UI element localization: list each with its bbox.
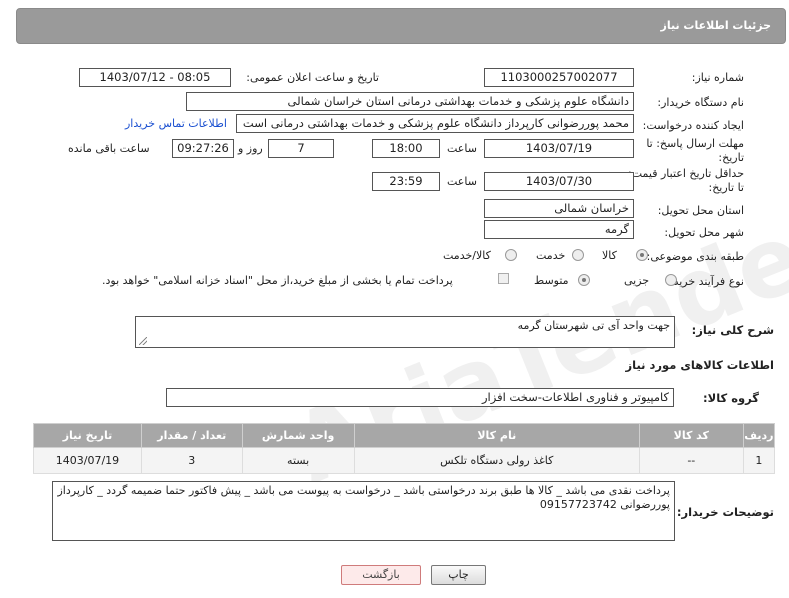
delivery-province-label: استان محل تحویل: bbox=[657, 204, 744, 217]
category-label: طبقه بندی موضوعی: bbox=[646, 250, 744, 263]
need-number-field[interactable]: 1103000257002077 bbox=[484, 68, 634, 87]
remaining-time-field[interactable]: 09:27:26 bbox=[172, 139, 234, 158]
delivery-city-field[interactable]: گرمه bbox=[484, 220, 634, 239]
category-goods-service-label: کالا/خدمت bbox=[443, 249, 491, 262]
price-validity-label: حداقل تاریخ اعتبار قیمت: تا تاریخ: bbox=[628, 167, 744, 194]
col-need-date: تاریخ نیاز bbox=[33, 423, 142, 448]
cell-item-code: -- bbox=[638, 447, 744, 474]
table-row[interactable]: 1 -- کاغذ رولی دستگاه تلکس بسته 3 1403/0… bbox=[33, 447, 776, 474]
goods-table-header: ردیف کد کالا نام کالا واحد شمارش تعداد /… bbox=[33, 423, 776, 448]
col-row-number: ردیف bbox=[742, 423, 776, 448]
col-quantity: تعداد / مقدار bbox=[140, 423, 243, 448]
delivery-city-label: شهر محل تحویل: bbox=[664, 226, 744, 239]
col-item-code: کد کالا bbox=[638, 423, 744, 448]
category-service-radio[interactable] bbox=[572, 249, 584, 261]
reply-deadline-time-field[interactable]: 18:00 bbox=[372, 139, 440, 158]
reply-deadline-time-label: ساعت bbox=[447, 142, 477, 155]
description-label: شرح کلی نیاز: bbox=[691, 323, 774, 337]
price-validity-date-field[interactable]: 1403/07/30 bbox=[484, 172, 634, 191]
treasury-payment-checkbox[interactable] bbox=[498, 273, 509, 284]
remaining-days-field[interactable]: 7 bbox=[268, 139, 334, 158]
category-goods-radio[interactable] bbox=[636, 249, 648, 261]
goods-group-label: گروه کالا: bbox=[703, 391, 759, 405]
cell-unit: بسته bbox=[241, 447, 355, 474]
need-number-label: شماره نیاز: bbox=[691, 71, 744, 84]
goods-table: ردیف کد کالا نام کالا واحد شمارش تعداد /… bbox=[33, 423, 776, 474]
process-medium-label: متوسط bbox=[534, 274, 569, 287]
header-panel: جزئیات اطلاعات نیاز bbox=[16, 8, 786, 44]
category-goods-label: کالا bbox=[602, 249, 617, 262]
resize-grip-icon[interactable] bbox=[139, 337, 147, 345]
description-textarea[interactable]: جهت واحد آی تی شهرستان گرمه bbox=[135, 316, 675, 348]
announce-datetime-label: تاریخ و ساعت اعلان عمومی: bbox=[246, 71, 379, 84]
cell-row-number: 1 bbox=[742, 447, 776, 474]
price-validity-time-field[interactable]: 23:59 bbox=[372, 172, 440, 191]
cell-need-date: 1403/07/19 bbox=[33, 447, 142, 474]
page-title: جزئیات اطلاعات نیاز bbox=[660, 19, 772, 32]
announce-datetime-field[interactable]: 1403/07/12 - 08:05 bbox=[79, 68, 231, 87]
buyer-notes-textarea[interactable]: پرداخت نقدی می باشد _ کالا ها طبق برند د… bbox=[52, 481, 675, 541]
goods-section-title: اطلاعات کالاهای مورد نیاز bbox=[625, 358, 774, 372]
reply-deadline-date-field[interactable]: 1403/07/19 bbox=[484, 139, 634, 158]
remaining-time-label: ساعت باقی مانده bbox=[68, 142, 150, 155]
buyer-org-label: نام دستگاه خریدار: bbox=[657, 96, 744, 109]
category-goods-service-radio[interactable] bbox=[505, 249, 517, 261]
category-service-label: خدمت bbox=[536, 249, 566, 262]
goods-group-field[interactable]: کامپیوتر و فناوری اطلاعات-سخت افزار bbox=[166, 388, 674, 407]
buyer-notes-text: پرداخت نقدی می باشد _ کالا ها طبق برند د… bbox=[57, 484, 670, 511]
print-button[interactable]: چاپ bbox=[431, 565, 486, 585]
process-minor-label: جزیی bbox=[624, 274, 650, 287]
buyer-notes-label: توضیحات خریدار: bbox=[676, 505, 774, 519]
treasury-payment-note: پرداخت تمام یا بخشی از مبلغ خرید،از محل … bbox=[102, 274, 453, 287]
process-type-label: نوع فرآیند خرید : bbox=[666, 275, 744, 288]
col-item-name: نام کالا bbox=[353, 423, 640, 448]
cell-item-name: کاغذ رولی دستگاه تلکس bbox=[353, 447, 640, 474]
description-text: جهت واحد آی تی شهرستان گرمه bbox=[517, 319, 670, 332]
col-unit: واحد شمارش bbox=[241, 423, 355, 448]
delivery-province-field[interactable]: خراسان شمالی bbox=[484, 199, 634, 218]
buyer-contact-link[interactable]: اطلاعات تماس خریدار bbox=[125, 117, 227, 130]
buyer-org-field[interactable]: دانشگاه علوم پزشکی و خدمات بهداشتی درمان… bbox=[186, 92, 634, 111]
back-button[interactable]: بازگشت bbox=[341, 565, 421, 585]
process-medium-radio[interactable] bbox=[578, 274, 590, 286]
reply-deadline-label: مهلت ارسال پاسخ: تا تاریخ: bbox=[646, 137, 744, 164]
price-validity-time-label: ساعت bbox=[447, 175, 477, 188]
cell-quantity: 3 bbox=[140, 447, 243, 474]
requester-label: ایجاد کننده درخواست: bbox=[642, 119, 744, 132]
process-minor-radio[interactable] bbox=[665, 274, 677, 286]
days-label: روز و bbox=[238, 142, 263, 155]
requester-field[interactable]: محمد پوررضوانی کارپرداز دانشگاه علوم پزش… bbox=[236, 114, 634, 133]
